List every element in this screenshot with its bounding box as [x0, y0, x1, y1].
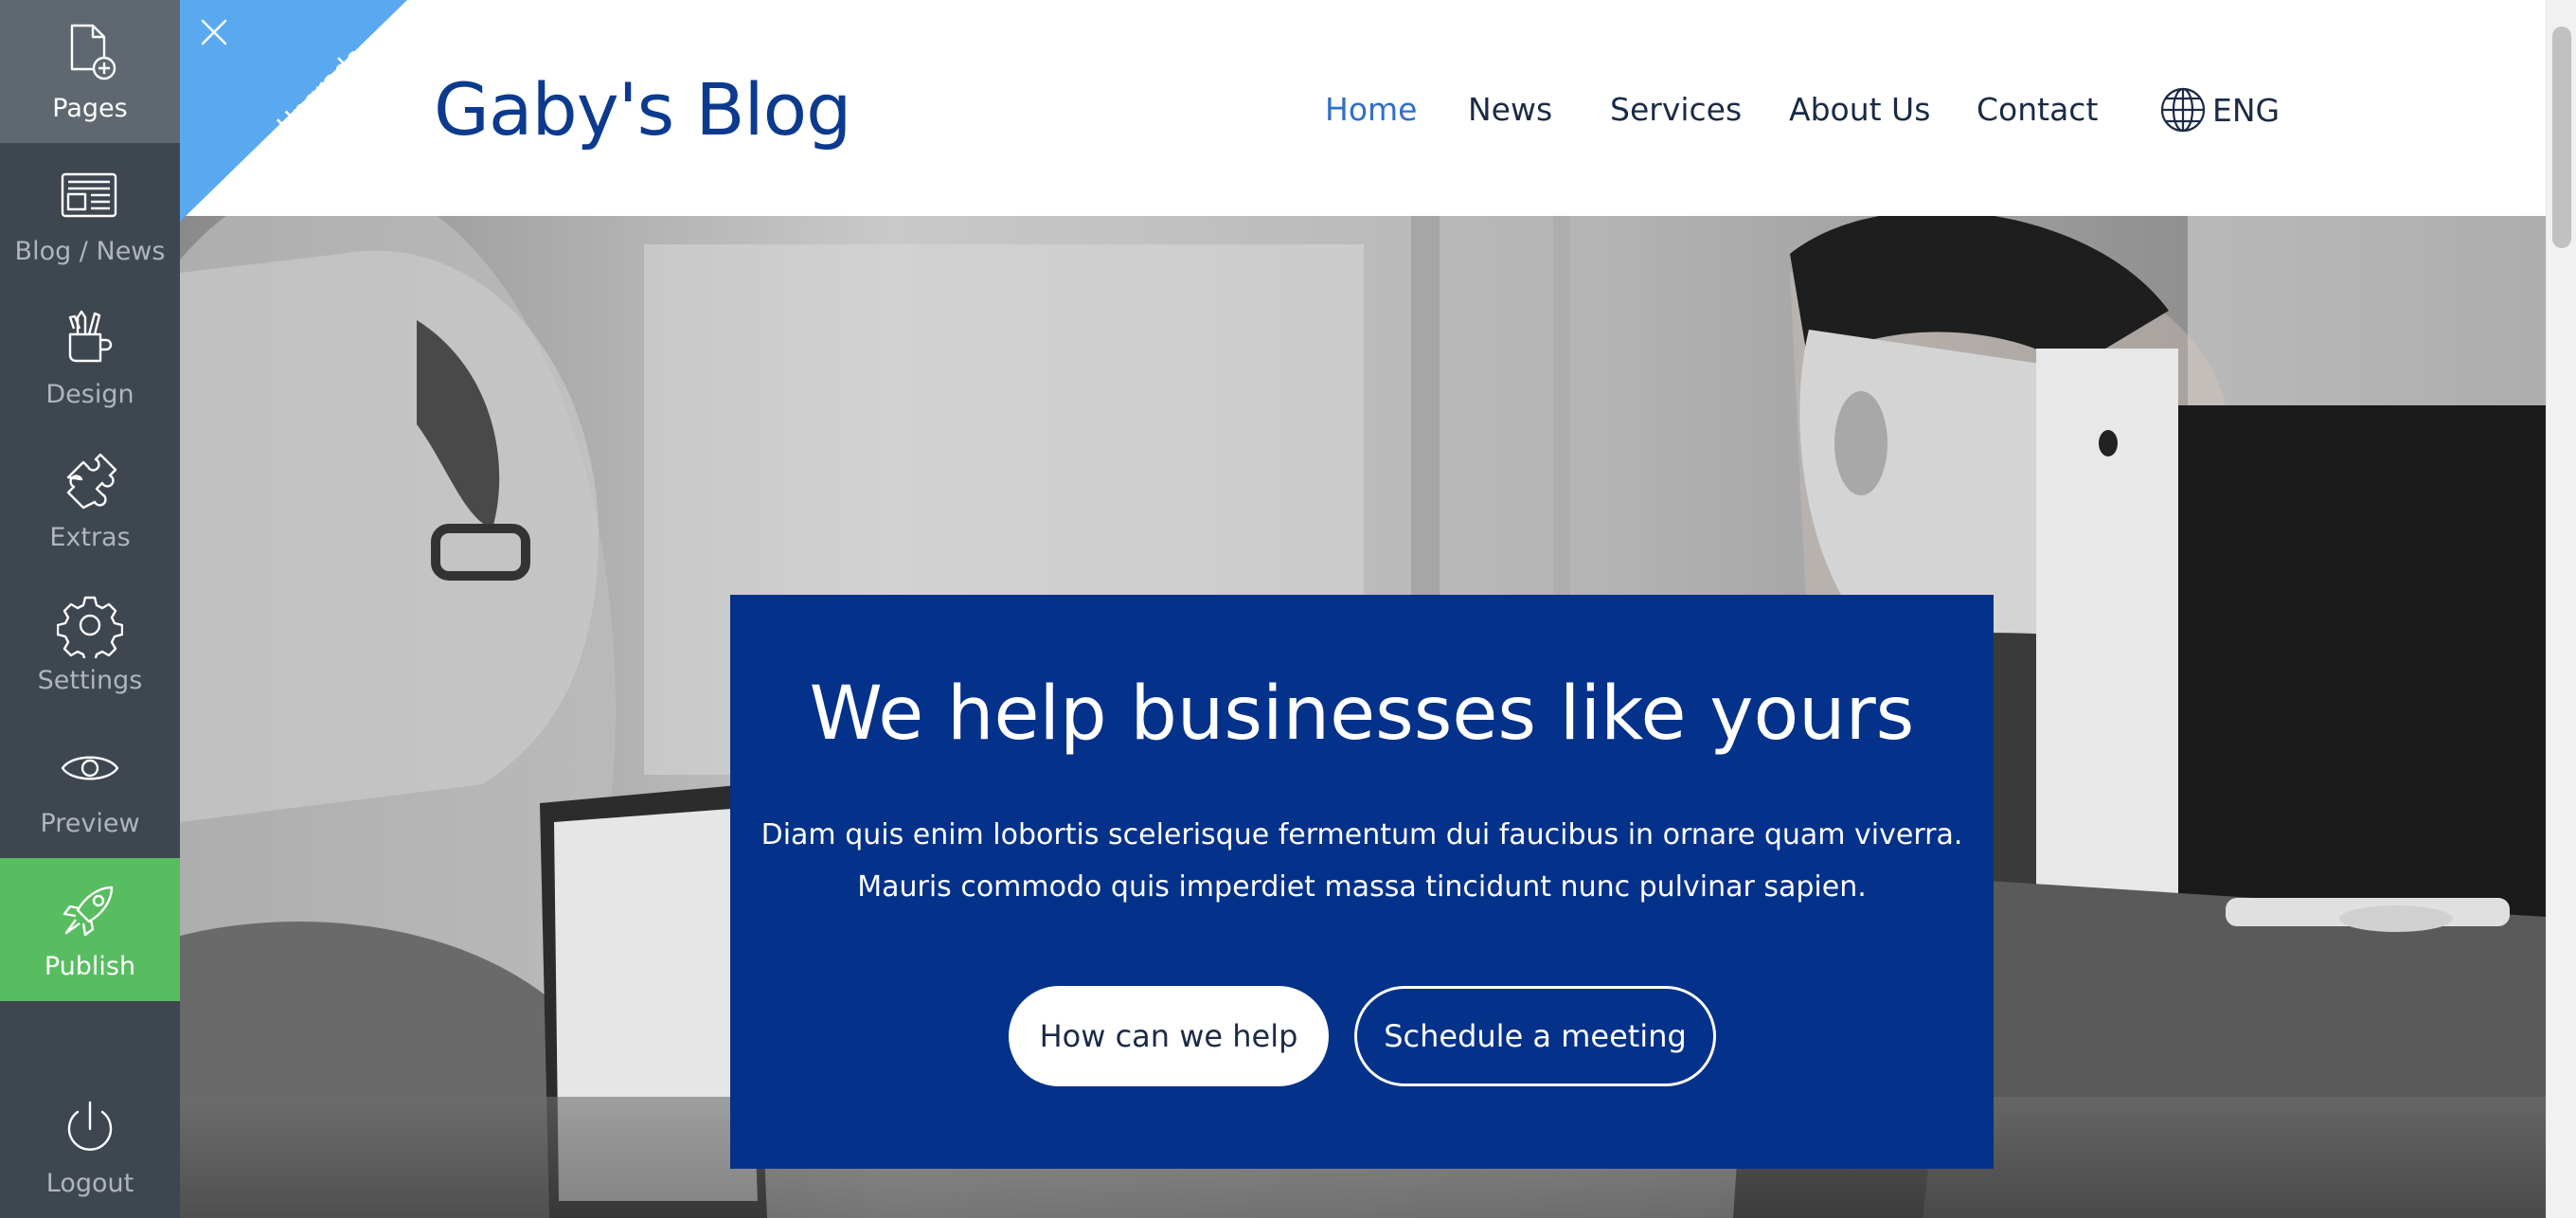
design-tools-icon	[57, 306, 123, 372]
publish-button[interactable]: Publish	[0, 858, 180, 1001]
hero-card: We help businesses like yours Diam quis …	[730, 595, 1994, 1169]
hero-description: Diam quis enim lobortis scelerisque ferm…	[730, 809, 1994, 913]
hero-description-line-2: Mauris commodo quis imperdiet massa tinc…	[857, 870, 1867, 904]
sidebar-item-settings[interactable]: Settings	[0, 572, 180, 715]
power-icon	[57, 1095, 123, 1161]
page-scrollbar[interactable]	[2546, 0, 2576, 1218]
scrollbar-thumb[interactable]	[2552, 27, 2571, 248]
hero-title: We help businesses like yours	[809, 672, 1915, 757]
eye-icon	[57, 735, 123, 801]
newspaper-icon	[57, 163, 123, 229]
sidebar-item-label: Pages	[52, 93, 128, 123]
nav-home[interactable]: Home	[1325, 87, 1417, 133]
sidebar-item-preview[interactable]: Preview	[0, 715, 180, 858]
site-logo[interactable]: Gaby's Blog	[434, 66, 851, 153]
hero-description-line-1: Diam quis enim lobortis scelerisque ferm…	[760, 818, 1963, 851]
how-can-we-help-button[interactable]: How can we help	[1009, 986, 1329, 1086]
globe-icon	[2159, 86, 2207, 134]
language-label: ENG	[2212, 91, 2281, 129]
upgrade-premium-ribbon[interactable]: Upgrade to Premium	[180, 0, 407, 222]
schedule-meeting-button[interactable]: Schedule a meeting	[1354, 986, 1716, 1086]
logout-label: Logout	[45, 1168, 134, 1198]
sidebar-item-label: Extras	[49, 522, 131, 552]
sidebar-item-blog-news[interactable]: Blog / News	[0, 143, 180, 286]
rocket-icon	[57, 878, 123, 944]
sidebar-item-label: Settings	[37, 665, 143, 695]
sidebar-item-design[interactable]: Design	[0, 286, 180, 429]
nav-about-us[interactable]: About Us	[1789, 87, 1930, 133]
sidebar-item-label: Design	[45, 379, 134, 409]
nav-news[interactable]: News	[1468, 87, 1552, 133]
close-icon[interactable]	[197, 15, 231, 49]
editor-sidebar: Pages Blog / News Design Extras Settings…	[0, 0, 180, 1218]
nav-services[interactable]: Services	[1610, 87, 1742, 133]
nav-contact[interactable]: Contact	[1977, 87, 2098, 133]
sidebar-item-label: Blog / News	[14, 236, 166, 266]
add-page-icon	[57, 20, 123, 86]
sidebar-item-label: Preview	[40, 808, 140, 838]
sidebar-item-label: Publish	[44, 951, 136, 981]
sidebar-item-pages[interactable]: Pages	[0, 0, 180, 143]
hero-section: We help businesses like yours Diam quis …	[180, 216, 2546, 1218]
gear-icon	[57, 592, 123, 658]
logout-button[interactable]: Logout	[0, 1075, 180, 1218]
sidebar-item-extras[interactable]: Extras	[0, 429, 180, 572]
language-selector[interactable]: ENG	[2159, 83, 2280, 136]
puzzle-icon	[57, 449, 123, 515]
